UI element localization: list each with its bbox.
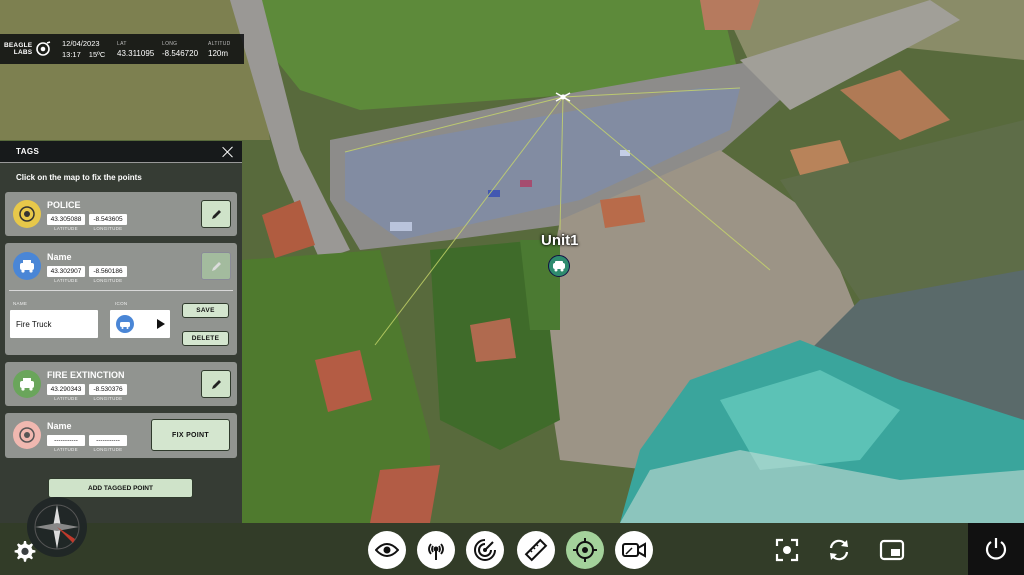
longitude-label: LONGITUDE [93, 226, 123, 231]
tag-longitude: -8.530376 [89, 384, 127, 395]
tag-latitude: 43.302907 [47, 266, 85, 277]
tag-card-fire-extinction[interactable]: FIRE EXTINCTION 43.290343 -8.530376 LATI… [5, 362, 237, 406]
broadcast-icon [428, 543, 444, 560]
longitude-label: LONGITUDE [93, 396, 123, 401]
tag-longitude: -8.543605 [89, 214, 127, 225]
measure-tool-button[interactable] [517, 531, 555, 569]
target-icon [13, 421, 41, 449]
view-tool-button[interactable] [368, 531, 406, 569]
lat-label: LAT [117, 40, 127, 47]
lat-readout: 43.311095 [117, 48, 155, 58]
tag-name-input[interactable]: Fire Truck [10, 310, 98, 338]
fix-point-button[interactable]: FIX POINT [151, 419, 230, 451]
tag-card-fire-truck[interactable]: Name 43.302907 -8.560186 LATITUDE LONGIT… [5, 243, 237, 355]
edit-button[interactable] [201, 200, 231, 228]
divider [9, 290, 233, 291]
altitude-label: ALTITUD [208, 40, 231, 47]
brand-name-line2: LABS [13, 49, 33, 56]
tag-latitude: ----------- [47, 435, 85, 446]
edit-button[interactable] [201, 370, 231, 398]
pencil-icon [211, 261, 221, 271]
altitude-readout: 120m [208, 48, 229, 58]
radar-icon [474, 539, 496, 561]
unit-label: Unit1 [541, 232, 579, 249]
chevron-right-icon[interactable] [157, 319, 165, 329]
tag-card-police[interactable]: POLICE 43.305088 -8.543605 LATITUDE LONG… [5, 192, 237, 236]
drone-icon [555, 92, 571, 102]
fire-truck-icon [13, 252, 41, 280]
close-icon[interactable] [222, 146, 234, 158]
telemetry-bar: BEAGLE LABS 12/04/2023 13:17 15ºC LAT 43… [0, 34, 244, 64]
tags-header: TAGS [0, 141, 242, 163]
settings-gear-icon[interactable] [11, 538, 37, 564]
fire-truck-icon [116, 315, 134, 333]
latitude-label: LATITUDE [54, 396, 78, 401]
latitude-label: LATITUDE [54, 278, 78, 283]
delete-button[interactable]: DELETE [182, 331, 229, 346]
refresh-icon [829, 539, 849, 561]
date-readout: 12/04/2023 [62, 39, 100, 48]
beagle-logo-icon [36, 41, 51, 56]
tag-name: FIRE EXTINCTION [47, 370, 125, 380]
video-camera-icon [622, 542, 646, 558]
longitude-label: LONGITUDE [93, 278, 123, 283]
focus-icon [775, 538, 799, 562]
power-button[interactable] [968, 523, 1024, 575]
video-tool-button[interactable] [615, 531, 653, 569]
fire-extinction-icon [13, 370, 41, 398]
edit-button[interactable] [201, 252, 231, 280]
tag-latitude: 43.305088 [47, 214, 85, 225]
radar-tool-button[interactable] [466, 531, 504, 569]
power-icon [985, 538, 1007, 560]
icon-selector[interactable] [110, 310, 170, 338]
tags-instructions: Click on the map to fix the points [16, 173, 142, 182]
long-readout: -8.546720 [162, 48, 199, 58]
latitude-label: LATITUDE [54, 447, 78, 452]
tag-card-new[interactable]: Name ----------- ----------- LATITUDE LO… [5, 413, 237, 458]
unit-vehicle-icon[interactable] [548, 255, 570, 277]
tag-longitude: ----------- [89, 435, 127, 446]
picture-in-picture-icon [879, 539, 905, 561]
broadcast-tool-button[interactable] [417, 531, 455, 569]
icon-field-label: ICON [115, 301, 128, 306]
save-button[interactable]: SAVE [182, 303, 229, 318]
crosshair-icon [573, 538, 597, 562]
pencil-icon [211, 209, 221, 219]
ruler-icon [524, 538, 548, 562]
focus-button[interactable] [773, 536, 801, 564]
tag-name: Name [47, 252, 72, 262]
picture-in-picture-button[interactable] [878, 536, 906, 564]
tag-name: Name [47, 421, 72, 431]
brand-logo: BEAGLE LABS [0, 41, 58, 57]
police-target-icon [13, 200, 41, 228]
tags-title: TAGS [16, 147, 40, 156]
brand-name-line1: BEAGLE [4, 42, 33, 49]
pencil-icon [211, 379, 221, 389]
long-label: LONG [162, 40, 178, 47]
tag-longitude: -8.560186 [89, 266, 127, 277]
tags-panel: TAGS Click on the map to fix the points … [0, 141, 242, 523]
time-readout: 13:17 [62, 50, 81, 59]
bottom-toolbar [0, 523, 1024, 575]
tag-name: POLICE [47, 200, 81, 210]
eye-icon [375, 543, 399, 557]
temperature-readout: 15ºC [88, 50, 106, 59]
latitude-label: LATITUDE [54, 226, 78, 231]
tag-latitude: 43.290343 [47, 384, 85, 395]
target-tool-button[interactable] [566, 531, 604, 569]
longitude-label: LONGITUDE [93, 447, 123, 452]
name-field-label: NAME [13, 301, 28, 306]
refresh-button[interactable] [825, 536, 853, 564]
